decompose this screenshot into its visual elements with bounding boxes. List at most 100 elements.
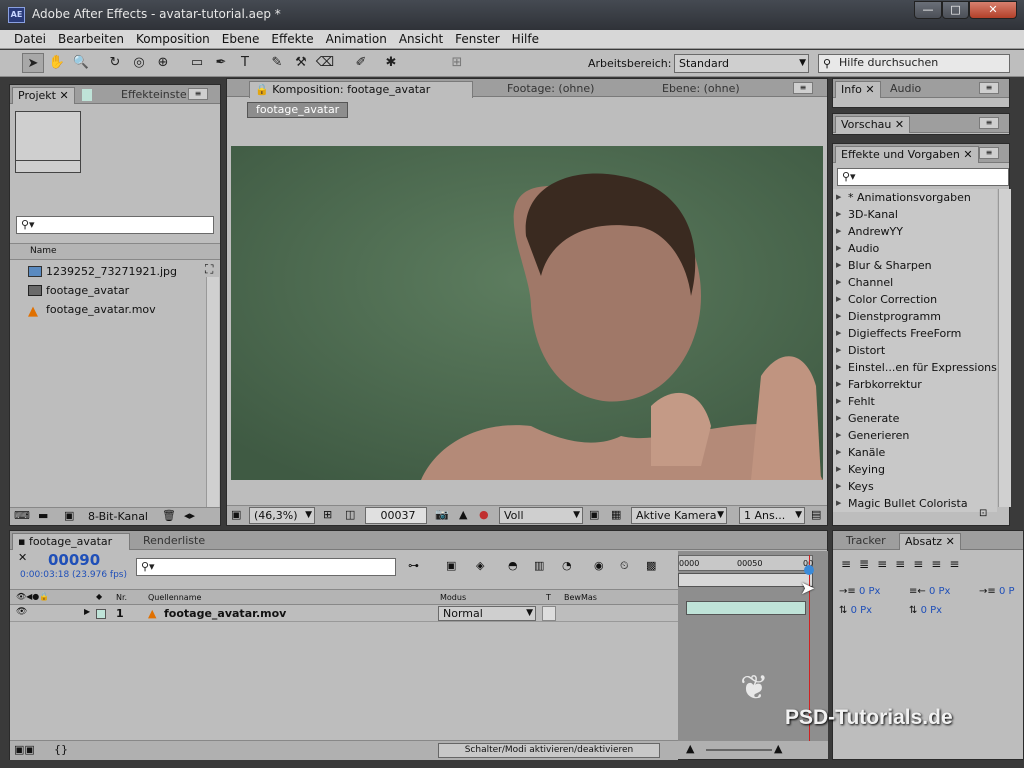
menu-fenster[interactable]: Fenster	[449, 30, 506, 49]
list-item[interactable]: 1239252_73271921.jpg	[10, 262, 205, 281]
tab-layer[interactable]: Ebene: (ohne)	[657, 81, 745, 98]
layer-switches-icon[interactable]: ▣▣	[14, 743, 35, 756]
space-before-field[interactable]: ⇅ 0 Px	[839, 605, 872, 616]
puppet-pin-icon[interactable]: ✱	[380, 53, 402, 73]
list-item[interactable]: Generieren	[833, 427, 997, 444]
list-item[interactable]: Color Correction	[833, 291, 997, 308]
list-item[interactable]: Channel	[833, 274, 997, 291]
menu-animation[interactable]: Animation	[320, 30, 393, 49]
menu-komposition[interactable]: Komposition	[130, 30, 216, 49]
panel-menu-icon[interactable]: ≡	[979, 147, 999, 159]
workspace-select[interactable]: Standard ▼	[674, 54, 809, 73]
playhead-handle[interactable]	[803, 565, 814, 575]
roto-brush-icon[interactable]: ✐	[350, 53, 372, 73]
mask-icon[interactable]: ◫	[345, 508, 355, 521]
minimize-button[interactable]: —	[914, 1, 942, 19]
work-area-bar[interactable]	[678, 573, 813, 587]
tab-paragraph[interactable]: Absatz ✕	[899, 533, 961, 550]
transparency-grid-icon[interactable]: ▦	[611, 508, 621, 521]
rotate-tool-icon[interactable]: ↻	[104, 53, 126, 73]
space-after-field[interactable]: ⇅ 0 Px	[909, 605, 942, 616]
hand-tool-icon[interactable]: ✋	[46, 53, 68, 73]
menu-bearbeiten[interactable]: Bearbeiten	[52, 30, 130, 49]
eye-icon[interactable]: 👁	[16, 607, 27, 617]
indent-left-field[interactable]: →≡ 0 Px	[839, 586, 880, 597]
table-row[interactable]: 👁 ▶ 1 ▲ footage_avatar.mov Normal ▼	[10, 606, 678, 622]
list-item[interactable]: 3D-Kanal	[833, 206, 997, 223]
menu-effekte[interactable]: Effekte	[265, 30, 319, 49]
panel-menu-icon[interactable]: ≡	[979, 82, 999, 94]
indent-right-field[interactable]: ≡← 0 Px	[909, 586, 950, 597]
tab-info[interactable]: Info ✕	[835, 81, 881, 98]
composition-mini-flowchart-icon[interactable]: ⊶	[408, 559, 419, 572]
tab-tracker[interactable]: Tracker	[841, 533, 891, 550]
text-tool-icon[interactable]: T	[234, 53, 256, 73]
motion-blur-icon[interactable]: ◔	[562, 559, 572, 572]
tab-render-queue[interactable]: Renderliste	[138, 533, 210, 550]
show-snapshot-icon[interactable]: ▲	[459, 508, 467, 521]
menu-ansicht[interactable]: Ansicht	[393, 30, 449, 49]
zoom-out-icon[interactable]: ▲	[686, 742, 694, 755]
trash-icon[interactable]: 🗑	[162, 509, 176, 522]
channel-icon[interactable]: ●	[479, 508, 489, 521]
tab-effects-presets[interactable]: Effekte und Vorgaben ✕	[835, 146, 979, 163]
alignment-buttons[interactable]: ≡≣≡≡≡≡≡	[841, 557, 967, 571]
camera-select[interactable]: Aktive Kamera ▼	[631, 507, 727, 524]
orbit-camera-icon[interactable]: ◎	[128, 53, 150, 73]
new-comp-icon[interactable]: ▣	[64, 509, 74, 522]
effects-search-input[interactable]: ⚲▾	[837, 168, 1009, 186]
grid-icon[interactable]: ⊞	[323, 508, 332, 521]
timeline-search-input[interactable]: ⚲▾	[136, 558, 396, 576]
resolution-select[interactable]: Voll ▼	[499, 507, 583, 524]
list-item[interactable]: Digieffects FreeForm	[833, 325, 997, 342]
tab-audio[interactable]: Audio	[885, 81, 926, 98]
list-item[interactable]: footage_avatar	[10, 281, 205, 300]
auto-keyframe-icon[interactable]: ⏲	[620, 559, 629, 573]
help-search-input[interactable]: Hilfe durchsuchen	[818, 54, 1010, 73]
panel-menu-icon[interactable]: ≡	[188, 88, 208, 100]
time-ruler[interactable]: 0000 00050 00	[678, 555, 813, 571]
shy-layers-icon[interactable]: ◓	[508, 559, 518, 572]
breadcrumb[interactable]: footage_avatar	[247, 102, 349, 118]
brace-icon[interactable]: {}	[54, 743, 68, 756]
pan-behind-icon[interactable]: ⊕	[152, 53, 174, 73]
always-preview-icon[interactable]: ▣	[231, 508, 241, 521]
brainstorm-icon[interactable]: ◉	[594, 559, 604, 572]
list-item[interactable]: Dienstprogramm	[833, 308, 997, 325]
rectangle-tool-icon[interactable]: ▭	[186, 53, 208, 73]
current-frame[interactable]: 00090	[48, 551, 100, 569]
list-item[interactable]: Keys	[833, 478, 997, 495]
fast-preview-icon[interactable]: ▤	[811, 508, 821, 521]
tab-footage[interactable]: Footage: (ohne)	[502, 81, 599, 98]
toggle-switches-button[interactable]: Schalter/Modi aktivieren/deaktivieren	[438, 743, 660, 758]
expand-icon[interactable]: ▶	[84, 607, 90, 616]
axis-mode-icon[interactable]: ⊞	[446, 53, 468, 73]
current-time-field[interactable]: 00037	[365, 507, 427, 524]
pen-tool-icon[interactable]: ✒	[210, 53, 232, 73]
project-search-input[interactable]: ⚲▾	[16, 216, 214, 234]
zoom-in-icon[interactable]: ▲	[774, 742, 782, 755]
panel-menu-icon[interactable]: ≡	[793, 82, 813, 94]
tab-composition[interactable]: 🔒 Komposition: footage_avatar	[249, 81, 473, 98]
list-item[interactable]: Blur & Sharpen	[833, 257, 997, 274]
eraser-tool-icon[interactable]: ⌫	[314, 53, 336, 73]
list-item[interactable]: Fehlt	[833, 393, 997, 410]
list-item[interactable]: * Animationsvorgaben	[833, 189, 997, 206]
list-item[interactable]: ▲ footage_avatar.mov	[10, 300, 205, 319]
menu-datei[interactable]: Datei	[8, 30, 52, 49]
zoom-tool-icon[interactable]: 🔍	[70, 53, 92, 73]
frame-blending-icon[interactable]: ▥	[534, 559, 544, 572]
label-color-icon[interactable]	[96, 609, 106, 619]
list-item[interactable]: Distort	[833, 342, 997, 359]
menu-hilfe[interactable]: Hilfe	[506, 30, 545, 49]
list-item[interactable]: Magic Bullet Colorista	[833, 495, 997, 512]
new-preset-icon[interactable]: ⊡	[979, 508, 987, 519]
snapshot-icon[interactable]: 📷	[435, 508, 449, 521]
layer-duration-bar[interactable]	[686, 601, 806, 615]
list-item[interactable]: Kanäle	[833, 444, 997, 461]
indent-first-field[interactable]: →≡ 0 P	[979, 586, 1015, 597]
tab-effect-controls[interactable]: Effekteinste	[116, 87, 192, 104]
clone-stamp-icon[interactable]: ⚒	[290, 53, 312, 73]
tab-preview[interactable]: Vorschau ✕	[835, 116, 911, 133]
list-item[interactable]: Einstel...en für Expressions	[833, 359, 997, 376]
